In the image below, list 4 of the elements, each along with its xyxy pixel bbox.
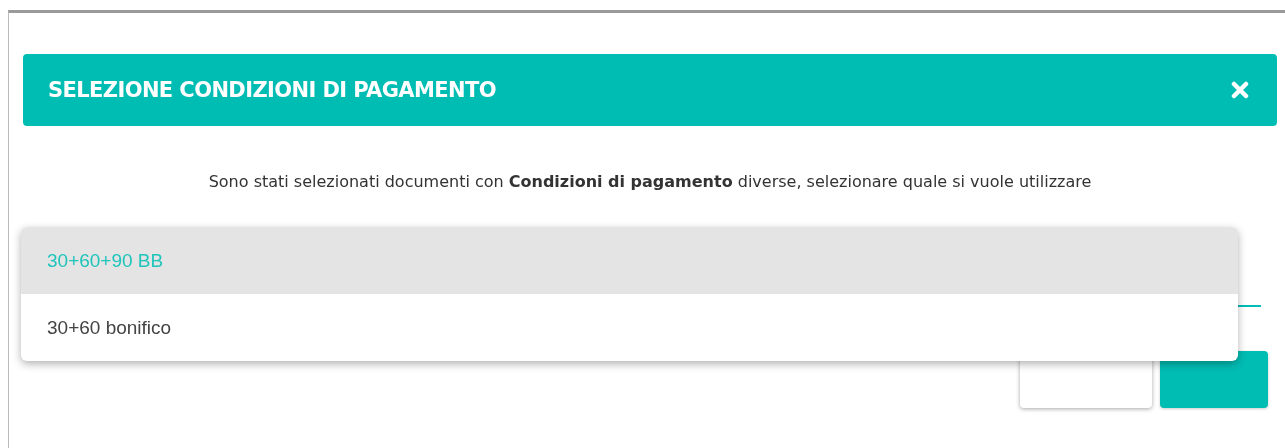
close-icon[interactable]	[1231, 81, 1249, 99]
dialog-message: Sono stati selezionati documenti con Condizioni di pagamento diverse, selezionare quale si vuole utilizzare	[207, 172, 1093, 191]
dropdown-option[interactable]: 30+60 bonifico	[21, 294, 1238, 361]
dialog-title: SELEZIONE CONDIZIONI DI PAGAMENTO	[48, 78, 496, 102]
